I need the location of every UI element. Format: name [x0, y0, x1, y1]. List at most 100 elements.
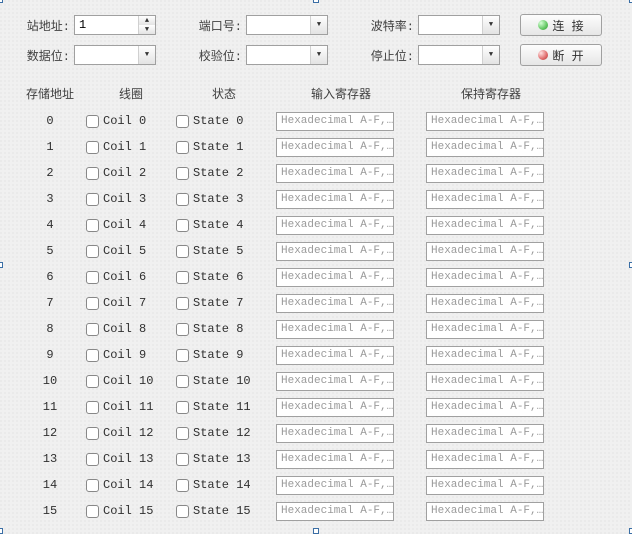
input-register-field[interactable]: Hexadecimal A-F,… [276, 346, 394, 365]
chevron-down-icon[interactable]: ▼ [482, 46, 499, 64]
coil-label: Coil 3 [103, 192, 146, 206]
holding-register-field[interactable]: Hexadecimal A-F,… [426, 476, 544, 495]
state-checkbox[interactable] [176, 323, 189, 336]
row-addr: 8 [46, 322, 53, 336]
coil-label: Coil 2 [103, 166, 146, 180]
input-register-field[interactable]: Hexadecimal A-F,… [276, 450, 394, 469]
holding-register-field[interactable]: Hexadecimal A-F,… [426, 294, 544, 313]
table-row: 11Coil 11State 11Hexadecimal A-F,…Hexade… [14, 394, 618, 420]
state-checkbox[interactable] [176, 375, 189, 388]
coil-checkbox[interactable] [86, 479, 99, 492]
row-addr: 14 [43, 478, 57, 492]
disconnect-button[interactable]: 断 开 [520, 44, 602, 66]
header-state: 状态 [176, 85, 272, 102]
state-checkbox[interactable] [176, 219, 189, 232]
spinner-down-icon[interactable]: ▼ [139, 25, 155, 34]
row-addr: 1 [46, 140, 53, 154]
input-register-field[interactable]: Hexadecimal A-F,… [276, 138, 394, 157]
state-label: State 7 [193, 296, 243, 310]
chevron-down-icon[interactable]: ▼ [138, 46, 155, 64]
connect-button[interactable]: 连 接 [520, 14, 602, 36]
parity-combo[interactable]: ▼ [246, 45, 328, 65]
input-register-field[interactable]: Hexadecimal A-F,… [276, 190, 394, 209]
station-addr-spinner[interactable]: 1 ▲ ▼ [74, 15, 156, 35]
coil-checkbox[interactable] [86, 245, 99, 258]
input-register-field[interactable]: Hexadecimal A-F,… [276, 112, 394, 131]
holding-register-field[interactable]: Hexadecimal A-F,… [426, 398, 544, 417]
coil-label: Coil 7 [103, 296, 146, 310]
state-checkbox[interactable] [176, 141, 189, 154]
state-checkbox[interactable] [176, 115, 189, 128]
coil-label: Coil 0 [103, 114, 146, 128]
table-row: 6Coil 6State 6Hexadecimal A-F,…Hexadecim… [14, 264, 618, 290]
coil-checkbox[interactable] [86, 401, 99, 414]
table-row: 8Coil 8State 8Hexadecimal A-F,…Hexadecim… [14, 316, 618, 342]
input-register-field[interactable]: Hexadecimal A-F,… [276, 502, 394, 521]
table-row: 0Coil 0State 0Hexadecimal A-F,…Hexadecim… [14, 108, 618, 134]
state-checkbox[interactable] [176, 167, 189, 180]
coil-checkbox[interactable] [86, 453, 99, 466]
state-checkbox[interactable] [176, 271, 189, 284]
state-label: State 4 [193, 218, 243, 232]
data-bits-label: 数据位: [10, 47, 74, 64]
state-checkbox[interactable] [176, 505, 189, 518]
coil-checkbox[interactable] [86, 115, 99, 128]
holding-register-field[interactable]: Hexadecimal A-F,… [426, 164, 544, 183]
coil-checkbox[interactable] [86, 323, 99, 336]
data-bits-combo[interactable]: ▼ [74, 45, 156, 65]
holding-register-field[interactable]: Hexadecimal A-F,… [426, 242, 544, 261]
coil-checkbox[interactable] [86, 167, 99, 180]
input-register-field[interactable]: Hexadecimal A-F,… [276, 372, 394, 391]
chevron-down-icon[interactable]: ▼ [310, 16, 327, 34]
state-checkbox[interactable] [176, 427, 189, 440]
holding-register-field[interactable]: Hexadecimal A-F,… [426, 138, 544, 157]
coil-checkbox[interactable] [86, 505, 99, 518]
coil-checkbox[interactable] [86, 219, 99, 232]
coil-checkbox[interactable] [86, 427, 99, 440]
port-combo[interactable]: ▼ [246, 15, 328, 35]
input-register-field[interactable]: Hexadecimal A-F,… [276, 294, 394, 313]
holding-register-field[interactable]: Hexadecimal A-F,… [426, 450, 544, 469]
input-register-field[interactable]: Hexadecimal A-F,… [276, 424, 394, 443]
state-label: State 12 [193, 426, 251, 440]
holding-register-field[interactable]: Hexadecimal A-F,… [426, 424, 544, 443]
holding-register-field[interactable]: Hexadecimal A-F,… [426, 190, 544, 209]
coil-checkbox[interactable] [86, 297, 99, 310]
state-checkbox[interactable] [176, 245, 189, 258]
coil-checkbox[interactable] [86, 193, 99, 206]
input-register-field[interactable]: Hexadecimal A-F,… [276, 268, 394, 287]
state-checkbox[interactable] [176, 479, 189, 492]
holding-register-field[interactable]: Hexadecimal A-F,… [426, 268, 544, 287]
chevron-down-icon[interactable]: ▼ [310, 46, 327, 64]
state-checkbox[interactable] [176, 193, 189, 206]
input-register-field[interactable]: Hexadecimal A-F,… [276, 242, 394, 261]
input-register-field[interactable]: Hexadecimal A-F,… [276, 320, 394, 339]
holding-register-field[interactable]: Hexadecimal A-F,… [426, 502, 544, 521]
holding-register-field[interactable]: Hexadecimal A-F,… [426, 112, 544, 131]
holding-register-field[interactable]: Hexadecimal A-F,… [426, 216, 544, 235]
row-addr: 4 [46, 218, 53, 232]
input-register-field[interactable]: Hexadecimal A-F,… [276, 164, 394, 183]
holding-register-field[interactable]: Hexadecimal A-F,… [426, 320, 544, 339]
holding-register-field[interactable]: Hexadecimal A-F,… [426, 372, 544, 391]
holding-register-field[interactable]: Hexadecimal A-F,… [426, 346, 544, 365]
coil-checkbox[interactable] [86, 271, 99, 284]
chevron-down-icon[interactable]: ▼ [482, 16, 499, 34]
disconnect-icon [538, 50, 548, 60]
state-checkbox[interactable] [176, 297, 189, 310]
coil-label: Coil 10 [103, 374, 153, 388]
state-checkbox[interactable] [176, 401, 189, 414]
input-register-field[interactable]: Hexadecimal A-F,… [276, 398, 394, 417]
baud-combo[interactable]: ▼ [418, 15, 500, 35]
spinner-up-icon[interactable]: ▲ [139, 16, 155, 25]
state-checkbox[interactable] [176, 349, 189, 362]
state-label: State 3 [193, 192, 243, 206]
stop-bits-combo[interactable]: ▼ [418, 45, 500, 65]
coil-checkbox[interactable] [86, 349, 99, 362]
input-register-field[interactable]: Hexadecimal A-F,… [276, 216, 394, 235]
coil-checkbox[interactable] [86, 375, 99, 388]
coil-label: Coil 8 [103, 322, 146, 336]
input-register-field[interactable]: Hexadecimal A-F,… [276, 476, 394, 495]
state-checkbox[interactable] [176, 453, 189, 466]
coil-checkbox[interactable] [86, 141, 99, 154]
